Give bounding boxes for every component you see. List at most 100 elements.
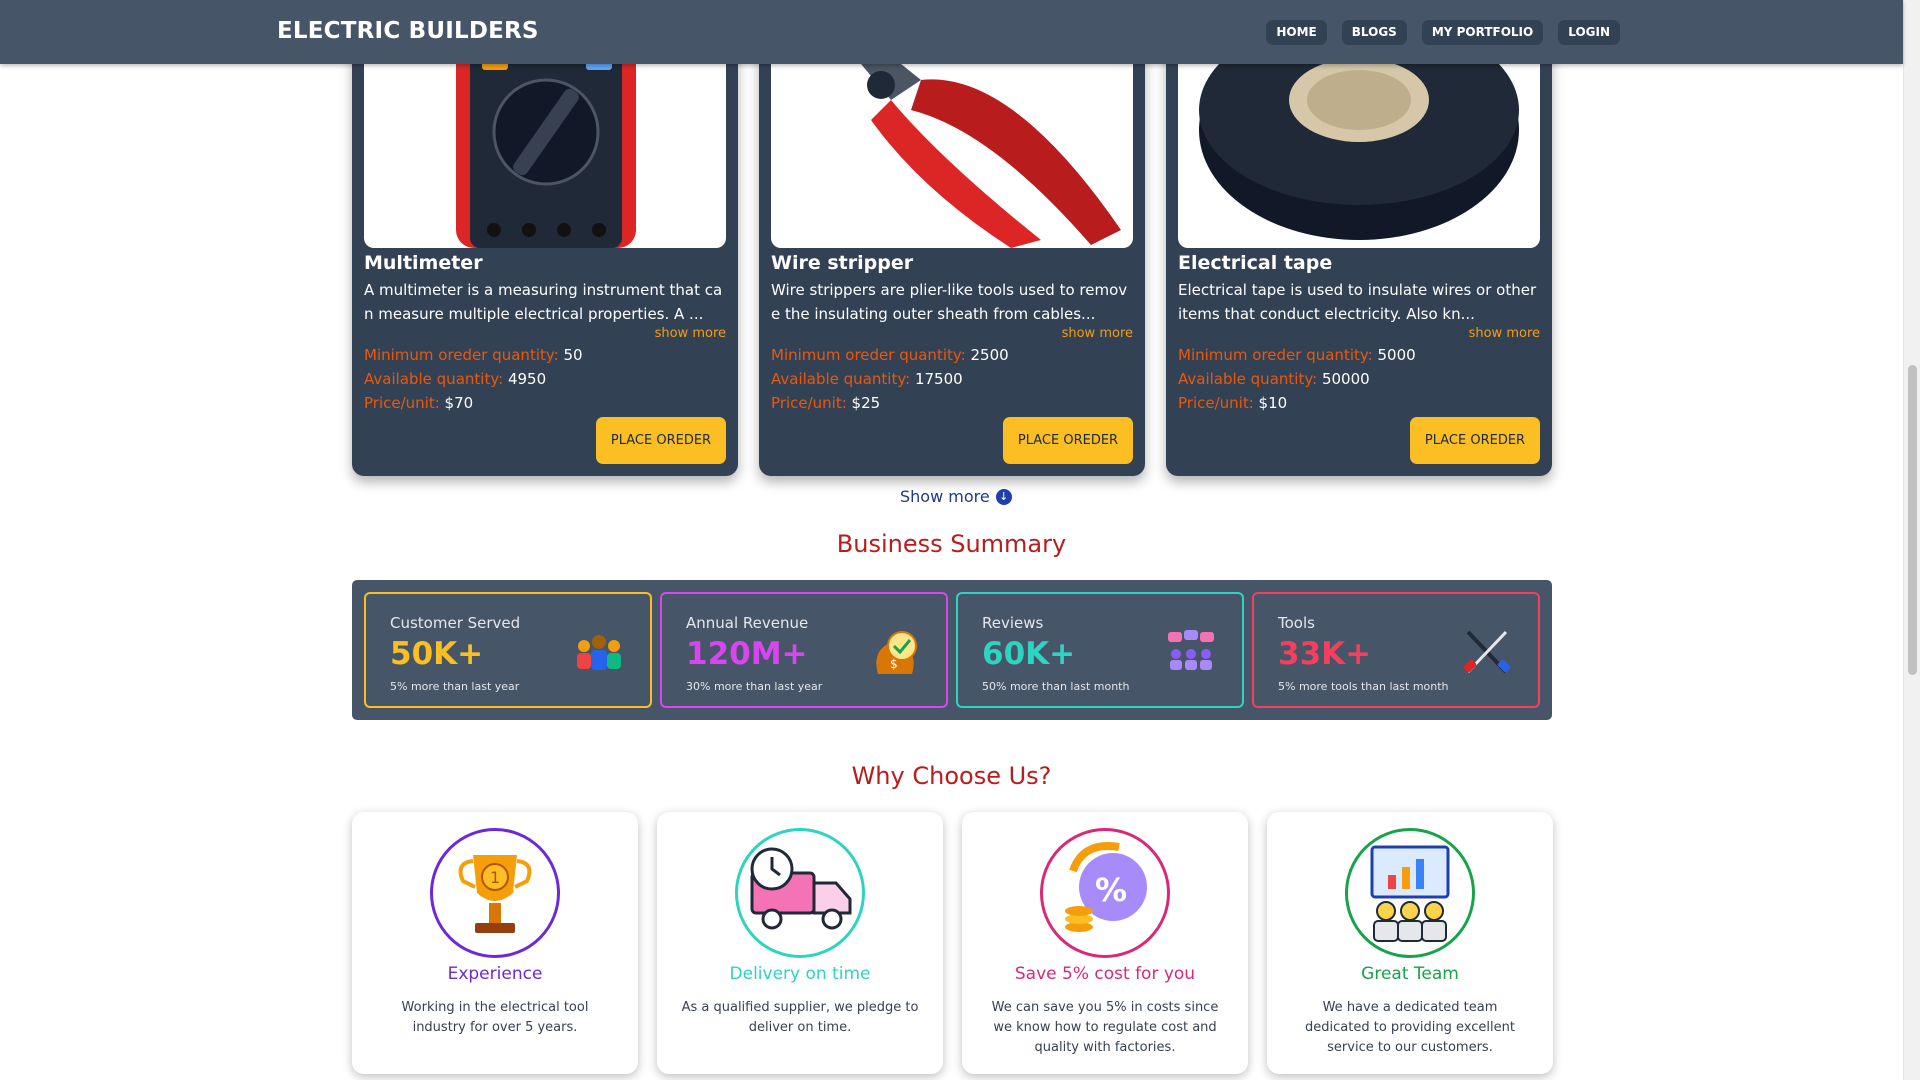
why-card-delivery: Delivery on time As a qualified supplier…: [657, 812, 943, 1074]
product-name: Wire stripper: [771, 252, 914, 274]
min-order: Minimum oreder quantity: 2500: [771, 346, 1009, 364]
why-card-text: We have a dedicated team dedicated to pr…: [1305, 1000, 1515, 1055]
available-label: Available quantity:: [1178, 370, 1318, 388]
why-card-text: As a qualified supplier, we pledge to de…: [681, 1000, 919, 1035]
summary-card-tools: Tools 33K+ 5% more tools than last month: [1252, 592, 1540, 708]
why-card-text: We can save you 5% in costs since we kno…: [991, 1000, 1219, 1055]
price-per-unit: Price/unit: $10: [1178, 394, 1287, 412]
product-card: Multimeter A multimeter is a measuring i…: [352, 40, 738, 476]
product-description: A multimeter is a measuring instrument t…: [364, 281, 723, 323]
money-bag-icon: $: [868, 628, 922, 676]
why-card-experience: 1 Experience Working in the electrical t…: [352, 812, 638, 1074]
why-card-title: Save 5% cost for you: [1014, 964, 1196, 984]
price-label: Price/unit:: [1178, 394, 1254, 412]
product-card: 540-1509 Wire stripper Wire strippers ar…: [759, 40, 1145, 476]
product-description: Electrical tape is used to insulate wire…: [1178, 281, 1537, 323]
min-order-label: Minimum oreder quantity:: [1178, 346, 1373, 364]
product-card: Electrical tape Electrical tape is used …: [1166, 40, 1552, 476]
available-qty: Available quantity: 50000: [1178, 370, 1370, 388]
price-value: $25: [851, 394, 881, 412]
why-choose-us-title: Why Choose Us?: [851, 762, 1052, 790]
place-order-button[interactable]: PLACE OREDER: [596, 417, 726, 464]
delivery-truck-icon: [735, 828, 865, 958]
summary-value: 60K+: [982, 636, 1076, 672]
why-card-save-cost: % Save 5% cost for you We can save you 5…: [962, 812, 1248, 1074]
scrollbar-thumb[interactable]: [1908, 365, 1917, 675]
wire-stripper-image: 540-1509: [771, 40, 1133, 248]
summary-card-reviews: Reviews 60K+ 50% more than last month: [956, 592, 1244, 708]
summary-label: Tools: [1278, 614, 1315, 632]
summary-subtext: 5% more tools than last month: [1278, 680, 1449, 693]
min-order-value: 50: [563, 346, 583, 364]
page-scrollbar[interactable]: [1903, 0, 1920, 1080]
price-value: $70: [444, 394, 474, 412]
tools-icon: [1460, 628, 1514, 676]
why-card-title: Great Team: [1361, 964, 1459, 984]
why-card-title: Experience: [447, 964, 543, 984]
summary-value: 120M+: [686, 636, 808, 672]
electrical-tape-image: [1178, 40, 1540, 248]
nav-blogs[interactable]: BLOGS: [1341, 20, 1407, 45]
trophy-icon: 1: [430, 828, 560, 958]
discount-percent-icon: %: [1040, 828, 1170, 958]
summary-subtext: 5% more than last year: [390, 680, 520, 693]
place-order-button[interactable]: PLACE OREDER: [1410, 417, 1540, 464]
min-order-label: Minimum oreder quantity:: [771, 346, 966, 364]
arrow-down-icon: ↓: [995, 488, 1012, 505]
nav-my-portfolio[interactable]: MY PORTFOLIO: [1421, 20, 1544, 45]
price-per-unit: Price/unit: $70: [364, 394, 473, 412]
show-more-products-link[interactable]: Show more ↓: [900, 487, 1012, 506]
svg-text:1: 1: [490, 868, 500, 887]
show-more-label: Show more: [900, 487, 990, 506]
available-value: 17500: [914, 370, 963, 388]
show-more-link[interactable]: show more: [1062, 326, 1133, 341]
product-name: Electrical tape: [1178, 252, 1333, 274]
price-per-unit: Price/unit: $25: [771, 394, 880, 412]
navbar: ELECTRIC BUILDERS HOME BLOGS MY PORTFOLI…: [0, 0, 1903, 64]
people-group-icon: [572, 628, 626, 676]
why-card-title: Delivery on time: [729, 964, 871, 984]
nav-login[interactable]: LOGIN: [1558, 20, 1620, 45]
show-more-link[interactable]: show more: [1469, 326, 1540, 341]
price-label: Price/unit:: [771, 394, 847, 412]
available-value: 4950: [507, 370, 547, 388]
price-value: $10: [1258, 394, 1288, 412]
min-order-value: 2500: [970, 346, 1009, 364]
product-name: Multimeter: [364, 252, 483, 274]
summary-card-customers: Customer Served 50K+ 5% more than last y…: [364, 592, 652, 708]
available-qty: Available quantity: 4950: [364, 370, 546, 388]
summary-value: 33K+: [1278, 636, 1372, 672]
summary-value: 50K+: [390, 636, 484, 672]
place-order-button[interactable]: PLACE OREDER: [1003, 417, 1133, 464]
team-presentation-icon: [1345, 828, 1475, 958]
available-value: 50000: [1321, 370, 1370, 388]
available-label: Available quantity:: [364, 370, 504, 388]
reviews-chat-icon: [1164, 628, 1218, 676]
min-order: Minimum oreder quantity: 50: [364, 346, 583, 364]
summary-label: Customer Served: [390, 614, 521, 632]
svg-text:%: %: [1095, 871, 1127, 909]
summary-label: Reviews: [982, 614, 1044, 632]
available-label: Available quantity:: [771, 370, 911, 388]
why-card-great-team: Great Team We have a dedicated team dedi…: [1267, 812, 1553, 1074]
nav-home[interactable]: HOME: [1266, 20, 1327, 45]
product-grid: Multimeter A multimeter is a measuring i…: [352, 40, 1552, 476]
multimeter-image: [364, 40, 726, 248]
summary-card-revenue: Annual Revenue 120M+ 30% more than last …: [660, 592, 948, 708]
summary-subtext: 30% more than last year: [686, 680, 823, 693]
available-qty: Available quantity: 17500: [771, 370, 963, 388]
min-order: Minimum oreder quantity: 5000: [1178, 346, 1416, 364]
svg-text:$: $: [890, 657, 898, 671]
min-order-value: 5000: [1377, 346, 1416, 364]
why-card-text: Working in the electrical tool industry …: [401, 1000, 589, 1035]
brand-logo[interactable]: ELECTRIC BUILDERS: [277, 18, 539, 44]
business-summary-panel: Customer Served 50K+ 5% more than last y…: [352, 580, 1552, 720]
product-description: Wire strippers are plier-like tools used…: [771, 281, 1128, 323]
min-order-label: Minimum oreder quantity:: [364, 346, 559, 364]
show-more-link[interactable]: show more: [655, 326, 726, 341]
price-label: Price/unit:: [364, 394, 440, 412]
business-summary-title: Business Summary: [836, 530, 1067, 558]
nav-links: HOME BLOGS MY PORTFOLIO LOGIN: [1266, 20, 1620, 45]
summary-label: Annual Revenue: [686, 614, 809, 632]
summary-subtext: 50% more than last month: [982, 680, 1130, 693]
